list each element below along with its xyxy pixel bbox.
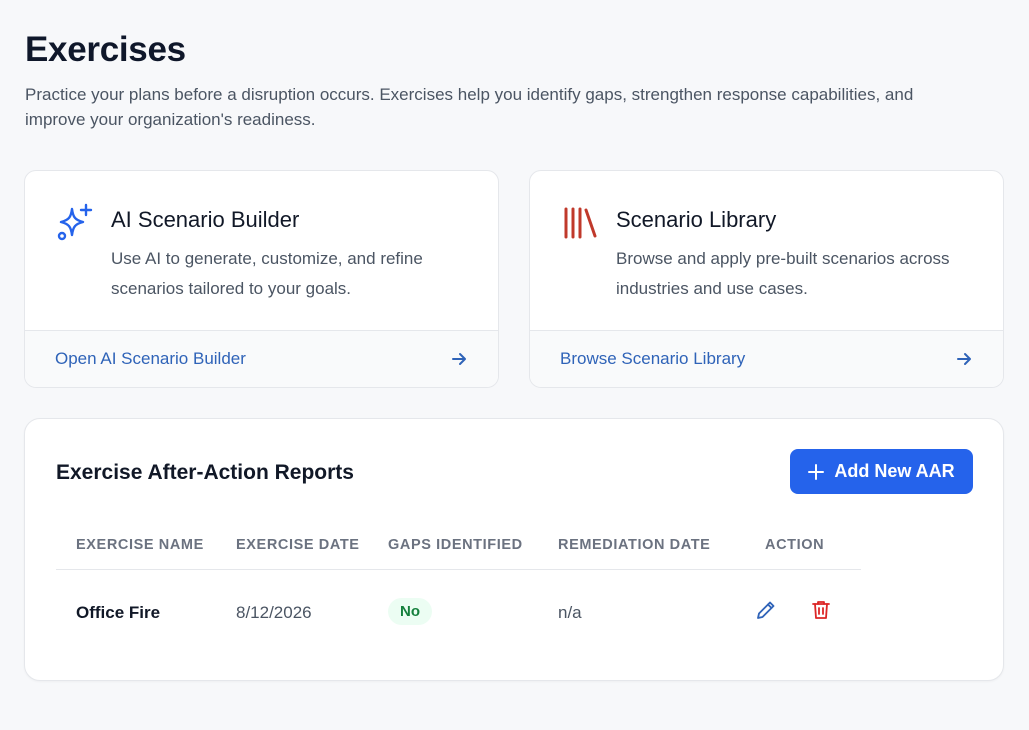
open-ai-scenario-builder-link[interactable]: Open AI Scenario Builder — [25, 330, 498, 387]
column-header-action: ACTION — [765, 537, 825, 553]
column-header-exercise-date: EXERCISE DATE — [236, 537, 360, 553]
plus-icon — [808, 463, 825, 480]
aar-table: EXERCISE NAME EXERCISE DATE GAPS IDENTIF… — [56, 517, 861, 654]
remediation-date-cell: n/a — [558, 603, 582, 622]
add-new-aar-button[interactable]: Add New AAR — [790, 449, 973, 494]
column-header-exercise-name: EXERCISE NAME — [76, 537, 204, 553]
card-body: AI Scenario Builder Use AI to generate, … — [25, 171, 498, 332]
card-link-label: Open AI Scenario Builder — [55, 349, 246, 368]
column-header-gaps-identified: GAPS IDENTIFIED — [388, 537, 523, 553]
after-action-reports-panel: Exercise After-Action Reports Add New AA… — [24, 418, 1004, 681]
card-description: Browse and apply pre-built scenarios acr… — [616, 249, 950, 298]
pencil-icon[interactable] — [754, 598, 778, 622]
library-icon — [560, 203, 600, 243]
table-header: EXERCISE NAME EXERCISE DATE GAPS IDENTIF… — [56, 517, 861, 570]
exercise-name-cell: Office Fire — [76, 603, 161, 622]
page-description: Practice your plans before a disruption … — [25, 85, 914, 129]
arrow-right-icon — [450, 350, 468, 368]
exercise-date-cell: 8/12/2026 — [236, 603, 312, 622]
card-body: Scenario Library Browse and apply pre-bu… — [530, 171, 1003, 332]
ai-scenario-builder-card: AI Scenario Builder Use AI to generate, … — [24, 170, 499, 388]
card-link-label: Browse Scenario Library — [560, 349, 746, 368]
gaps-identified-badge: No — [388, 598, 432, 625]
trash-icon[interactable] — [809, 598, 833, 622]
exercises-page: Exercises Practice your plans before a d… — [0, 0, 1029, 730]
table-row: Office Fire 8/12/2026 No n/a — [56, 570, 861, 654]
scenario-library-card: Scenario Library Browse and apply pre-bu… — [529, 170, 1004, 388]
card-title: Scenario Library — [616, 207, 777, 232]
add-new-aar-label: Add New AAR — [834, 461, 955, 481]
sparkles-icon — [55, 203, 95, 243]
section-title: Exercise After-Action Reports — [56, 461, 354, 484]
column-header-remediation-date: REMEDIATION DATE — [558, 537, 711, 553]
card-title: AI Scenario Builder — [111, 207, 300, 232]
page-title: Exercises — [25, 30, 186, 69]
card-description: Use AI to generate, customize, and refin… — [111, 249, 423, 298]
arrow-right-icon — [955, 350, 973, 368]
browse-scenario-library-link[interactable]: Browse Scenario Library — [530, 330, 1003, 387]
